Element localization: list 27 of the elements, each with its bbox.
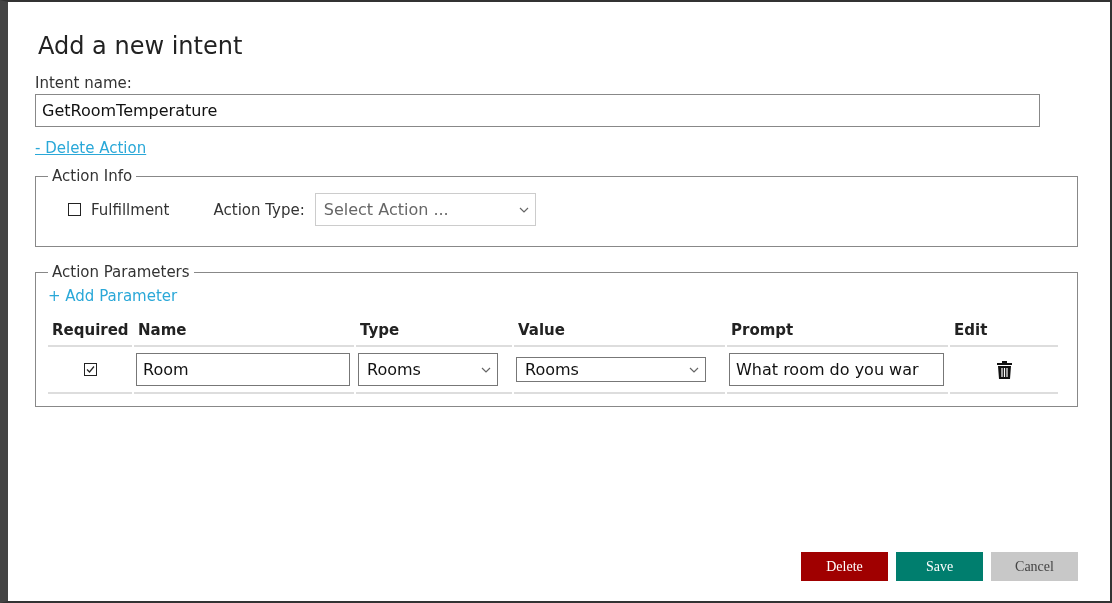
column-header: Value <box>514 313 725 347</box>
column-header: Edit <box>950 313 1058 347</box>
fulfillment-label: Fulfillment <box>91 200 170 219</box>
dialog-button[interactable]: Save <box>896 552 983 581</box>
column-header: Type <box>356 313 512 347</box>
group-legend: Action Info <box>48 167 137 185</box>
column-header: Required <box>48 313 132 347</box>
dialog-title: Add a new intent <box>38 32 244 60</box>
name-field[interactable]: Room <box>136 353 350 386</box>
value-select[interactable]: Rooms <box>516 357 706 382</box>
type-select[interactable]: Rooms <box>358 353 498 386</box>
dialog-button[interactable]: Cancel <box>991 552 1078 581</box>
fulfillment-checkbox[interactable] <box>68 203 81 216</box>
required-checkbox[interactable] <box>83 363 97 376</box>
action-type-select[interactable]: Select Action ... <box>314 193 536 226</box>
intent-name-label: Intent name: <box>35 74 133 92</box>
trash-icon[interactable] <box>996 360 1012 379</box>
chevron-down-icon <box>518 206 529 213</box>
dialog-button[interactable]: Delete <box>801 552 888 581</box>
action-type-label: Action Type: <box>213 200 305 219</box>
prompt-field[interactable]: What room do you war <box>729 353 944 386</box>
group-legend: Action Parameters <box>48 263 194 281</box>
intent-name-field[interactable]: GetRoomTemperature <box>35 94 1040 127</box>
column-header: Name <box>134 313 354 347</box>
column-header: Prompt <box>727 313 948 347</box>
chevron-down-icon <box>481 366 491 373</box>
chevron-down-icon <box>689 366 699 373</box>
